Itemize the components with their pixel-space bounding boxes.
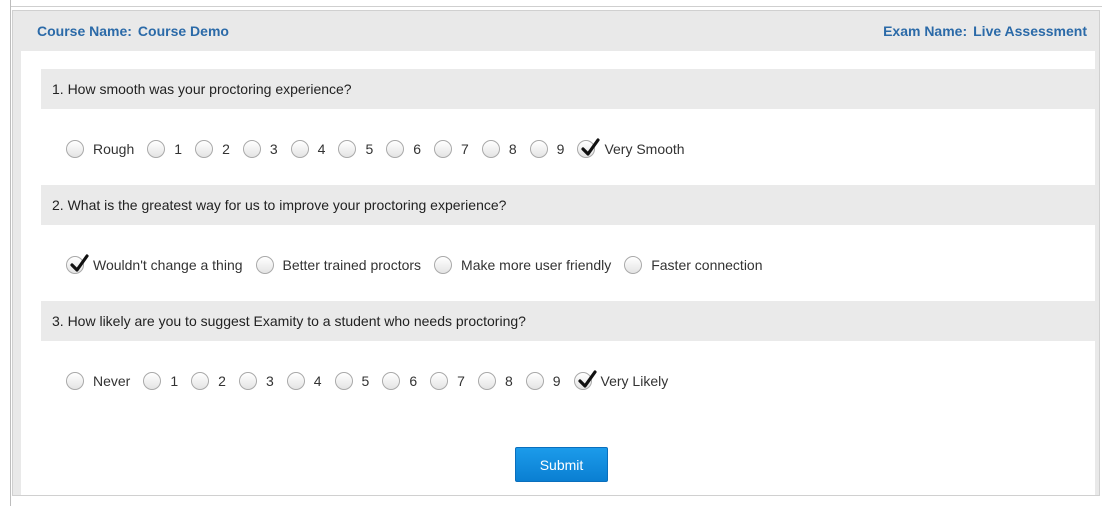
option-q3-0[interactable]: Never	[66, 372, 130, 390]
option-label: Faster connection	[651, 257, 763, 273]
survey-container: Course Name: Course Demo Exam Name: Live A…	[12, 10, 1100, 496]
radio-icon[interactable]	[66, 372, 84, 390]
option-q3-6[interactable]: 6	[382, 372, 417, 390]
question-1: 1. How smooth was your proctoring experi…	[41, 69, 1095, 109]
option-label: 7	[461, 141, 469, 157]
radio-icon[interactable]	[338, 140, 357, 158]
radio-icon[interactable]	[386, 140, 405, 158]
option-q1-6[interactable]: 6	[386, 140, 421, 158]
checkmark-icon[interactable]	[573, 370, 597, 390]
option-label: Wouldn't change a thing	[93, 257, 243, 273]
course-name: Course Name: Course Demo	[37, 23, 229, 39]
option-q3-3[interactable]: 3	[238, 372, 274, 390]
radio-icon[interactable]	[481, 140, 500, 158]
radio-icon[interactable]	[195, 140, 214, 158]
option-label: 4	[317, 141, 326, 157]
radio-icon[interactable]	[529, 140, 548, 158]
option-label: Very Smooth	[604, 141, 685, 157]
radio-icon[interactable]	[290, 140, 309, 158]
option-q3-10[interactable]: Very Likely	[573, 370, 669, 390]
option-label: 6	[413, 141, 422, 157]
option-label: 8	[508, 141, 517, 157]
option-label: 4	[313, 373, 322, 389]
question-2-options: Wouldn't change a thing Better trained pr…	[66, 253, 776, 277]
option-label: Very Likely	[600, 373, 669, 389]
option-q2-2[interactable]: Make more user friendly	[434, 256, 611, 274]
course-name-value: Course Demo	[137, 23, 229, 39]
question-3: 3. How likely are you to suggest Examity…	[41, 301, 1095, 341]
exam-name-value: Live Assessment	[973, 23, 1087, 39]
option-label: 3	[265, 373, 274, 389]
question-3-options: Never 1 2 3 4 5 6 7 8 9 Very Likely	[66, 369, 681, 393]
radio-icon[interactable]	[286, 372, 305, 390]
radio-icon[interactable]	[143, 372, 162, 390]
option-q1-9[interactable]: 9	[529, 140, 565, 158]
exam-name: Exam Name: Live Assessment	[883, 23, 1087, 39]
exam-name-label: Exam Name:	[883, 23, 968, 39]
option-q3-2[interactable]: 2	[191, 372, 226, 390]
checkmark-icon[interactable]	[66, 254, 89, 274]
option-q3-4[interactable]: 4	[286, 372, 322, 390]
option-q1-7[interactable]: 7	[434, 140, 469, 158]
option-label: Make more user friendly	[461, 257, 612, 273]
option-q3-7[interactable]: 7	[430, 372, 465, 390]
question-2: 2. What is the greatest way for us to im…	[41, 185, 1095, 225]
option-label: Rough	[93, 141, 135, 157]
radio-icon[interactable]	[430, 372, 449, 390]
option-q1-1[interactable]: 1	[147, 140, 182, 158]
radio-icon[interactable]	[477, 372, 496, 390]
option-label: 1	[174, 141, 183, 157]
option-q3-8[interactable]: 8	[477, 372, 513, 390]
option-label: 3	[269, 141, 278, 157]
option-label: 9	[556, 141, 565, 157]
option-label: 2	[218, 373, 226, 389]
survey-header: Course Name: Course Demo Exam Name: Live A…	[13, 11, 1099, 51]
option-q1-2[interactable]: 2	[195, 140, 230, 158]
survey-panel: 1. How smooth was your proctoring experi…	[21, 51, 1095, 495]
window-left-edge	[10, 0, 11, 506]
radio-icon[interactable]	[66, 140, 84, 158]
option-label: 1	[170, 373, 179, 389]
course-name-label: Course Name:	[37, 23, 132, 39]
option-q1-3[interactable]: 3	[242, 140, 278, 158]
checkmark-icon[interactable]	[577, 138, 601, 158]
option-label: 2	[222, 141, 230, 157]
option-q2-1[interactable]: Better trained proctors	[255, 256, 422, 274]
radio-icon[interactable]	[434, 140, 453, 158]
submit-button[interactable]: Submit	[515, 447, 608, 482]
option-q1-5[interactable]: 5	[338, 140, 373, 158]
option-label: 9	[552, 373, 561, 389]
option-label: 5	[361, 373, 370, 389]
option-q1-10[interactable]: Very Smooth	[577, 138, 685, 158]
radio-icon[interactable]	[147, 140, 166, 158]
window-top-edge	[10, 6, 1102, 7]
option-label: Better trained proctors	[282, 257, 422, 273]
option-label: 7	[457, 373, 465, 389]
radio-icon[interactable]	[434, 256, 453, 274]
radio-icon[interactable]	[525, 372, 544, 390]
option-label: 5	[365, 141, 374, 157]
option-q3-1[interactable]: 1	[143, 372, 178, 390]
option-q3-9[interactable]: 9	[525, 372, 561, 390]
option-label: 8	[504, 373, 513, 389]
radio-icon[interactable]	[334, 372, 353, 390]
option-label: 6	[409, 373, 418, 389]
radio-icon[interactable]	[242, 140, 261, 158]
option-label: Never	[93, 373, 131, 389]
radio-icon[interactable]	[255, 256, 274, 274]
option-q1-8[interactable]: 8	[481, 140, 517, 158]
option-q1-4[interactable]: 4	[290, 140, 326, 158]
radio-icon[interactable]	[382, 372, 401, 390]
option-q2-3[interactable]: Faster connection	[624, 256, 763, 274]
option-q1-0[interactable]: Rough	[66, 140, 134, 158]
radio-icon[interactable]	[624, 256, 643, 274]
radio-icon[interactable]	[191, 372, 210, 390]
question-1-options: Rough 1 2 3 4 5 6 7 8 9 Very Smooth	[66, 137, 698, 161]
option-q3-5[interactable]: 5	[334, 372, 370, 390]
radio-icon[interactable]	[238, 372, 257, 390]
option-q2-0[interactable]: Wouldn't change a thing	[66, 254, 243, 274]
